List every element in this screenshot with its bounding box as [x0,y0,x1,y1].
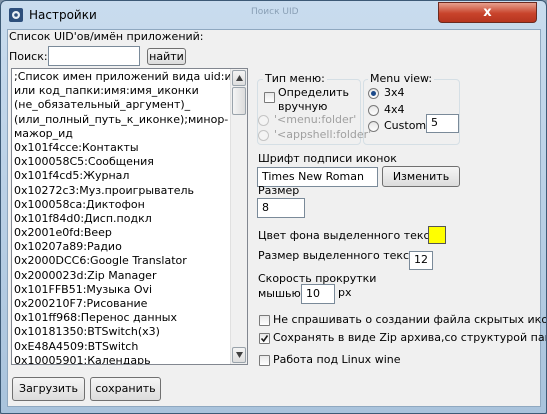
scroll-speed-unit: px [338,286,352,299]
app-list-line: 0x101ff968:Перенос данных [14,311,177,325]
no-ask-label: Не спрашивать о создании файла скрытых и… [273,313,547,326]
menu-folder-radio[interactable] [258,115,269,126]
app-list-line: 0x101f84d0:Дисп.подкл [14,211,152,225]
menu-type-title: Тип меню: [263,72,327,85]
app-list-line: 0x2000023d:Zip Manager [14,268,157,282]
app-list-textarea[interactable]: ;Список имен приложений вида uid:имя или … [11,68,248,365]
zip-archive-checkbox[interactable] [259,333,270,344]
settings-panel: Список UID'ов/имён приложений: Поиск: на… [7,29,546,407]
arrow-down-icon [236,352,243,358]
custom-view-input[interactable]: 5 [426,114,459,133]
window-title: Настройки [29,8,97,22]
search-label: Поиск: [9,50,48,63]
view-4x4-label: 4x4 [384,103,405,116]
change-font-button[interactable]: Изменить [382,166,460,187]
manual-menu-label: Определить вручную [278,86,350,113]
close-button[interactable]: x [438,2,537,23]
app-list-label: Список UID'ов/имён приложений: [9,30,204,43]
manual-menu-checkbox[interactable] [264,92,275,103]
app-list-line: 0x100058C5:Сообщения [14,155,154,169]
close-icon: x [483,5,492,20]
app-list-line: ;Список имен приложений вида uid:имя [14,70,232,83]
scroll-speed-input[interactable]: 10 [301,284,335,304]
linux-wine-checkbox[interactable] [259,355,270,366]
appshell-folder-label: '<appshell:folder' [274,128,372,141]
app-list-line: 0x10005901:Календарь [14,353,151,365]
menu-folder-label: '<menu:folder' [274,113,357,126]
app-list-line: 0x2000DCC6:Google Translator [14,254,187,268]
app-list-line: 0x10272c3:Муз.проигрыватель [14,183,195,197]
selection-color-swatch[interactable] [428,226,446,244]
save-button[interactable]: сохранить [90,377,161,401]
linux-wine-label: Работа под Linux wine [273,353,401,366]
app-list-line: 0x101f4cd5:Журнал [14,169,130,183]
arrow-up-icon [236,75,243,81]
selection-size-input[interactable]: 12 [409,251,433,270]
app-list-line: (или_полный_путь_к_иконке);минор- [14,112,229,126]
zip-archive-label: Сохранять в виде Zip архива,со структуро… [273,331,547,344]
app-list-lines: ;Список имен приложений вида uid:имя или … [14,70,232,365]
font-size-input[interactable]: 8 [257,198,305,218]
search-input[interactable] [48,46,140,66]
scroll-down-button[interactable] [232,347,246,363]
selection-bg-label: Цвет фона выделенного текста: [258,229,447,242]
view-3x4-radio[interactable] [368,88,379,99]
view-custom-label: Custom: [384,119,430,132]
selection-size-label: Размер выделенного текста: [258,249,426,262]
view-custom-radio[interactable] [368,121,379,132]
app-list-line: 0x200210F7:Рисование [14,297,148,310]
load-button[interactable]: Загрузить [12,377,85,401]
menu-view-title: Menu view: [368,72,435,85]
checkmark-icon [260,335,269,343]
app-icon [8,7,24,23]
app-list-line: или код_папки:имя:имя_иконки [14,84,199,98]
appshell-folder-radio[interactable] [258,130,269,141]
find-button[interactable]: найти [147,48,186,65]
app-list-line: 0xE48A4509:BTSwitch [14,339,139,353]
app-list-line: 0x100058ca:Диктофон [14,197,145,211]
app-list-line: (не_обязательный_аргумент)_ [14,98,191,112]
vertical-scrollbar[interactable] [230,69,247,364]
app-list-line: 0x101f4cce:Контакты [14,140,139,154]
app-list-line: 0x10181350:BTSwitch(x3) [14,325,160,339]
scroll-speed-label-line2: мышью: [258,287,305,300]
scroll-thumb[interactable] [232,87,246,115]
app-list-line: 0x10207a89:Радио [14,240,122,254]
app-list-line: мажор_ид [14,126,73,140]
font-size-label: Размер [258,184,300,197]
background-window-title: Поиск UID [251,7,299,17]
no-ask-checkbox[interactable] [259,315,270,326]
view-3x4-label: 3x4 [384,86,405,99]
title-bar[interactable]: Настройки Поиск UID x [1,1,546,29]
app-list-line: 0x101FFB51:Музыка Ovi [14,282,153,296]
app-list-line: 0x2001e0fd:Beep [14,226,112,240]
radio-selected-dot [371,91,376,96]
settings-window: Настройки Поиск UID x Список UID'ов/имён… [0,0,547,414]
view-4x4-radio[interactable] [368,105,379,116]
font-label: Шрифт подписи иконок [258,152,397,165]
scroll-up-button[interactable] [232,70,246,86]
